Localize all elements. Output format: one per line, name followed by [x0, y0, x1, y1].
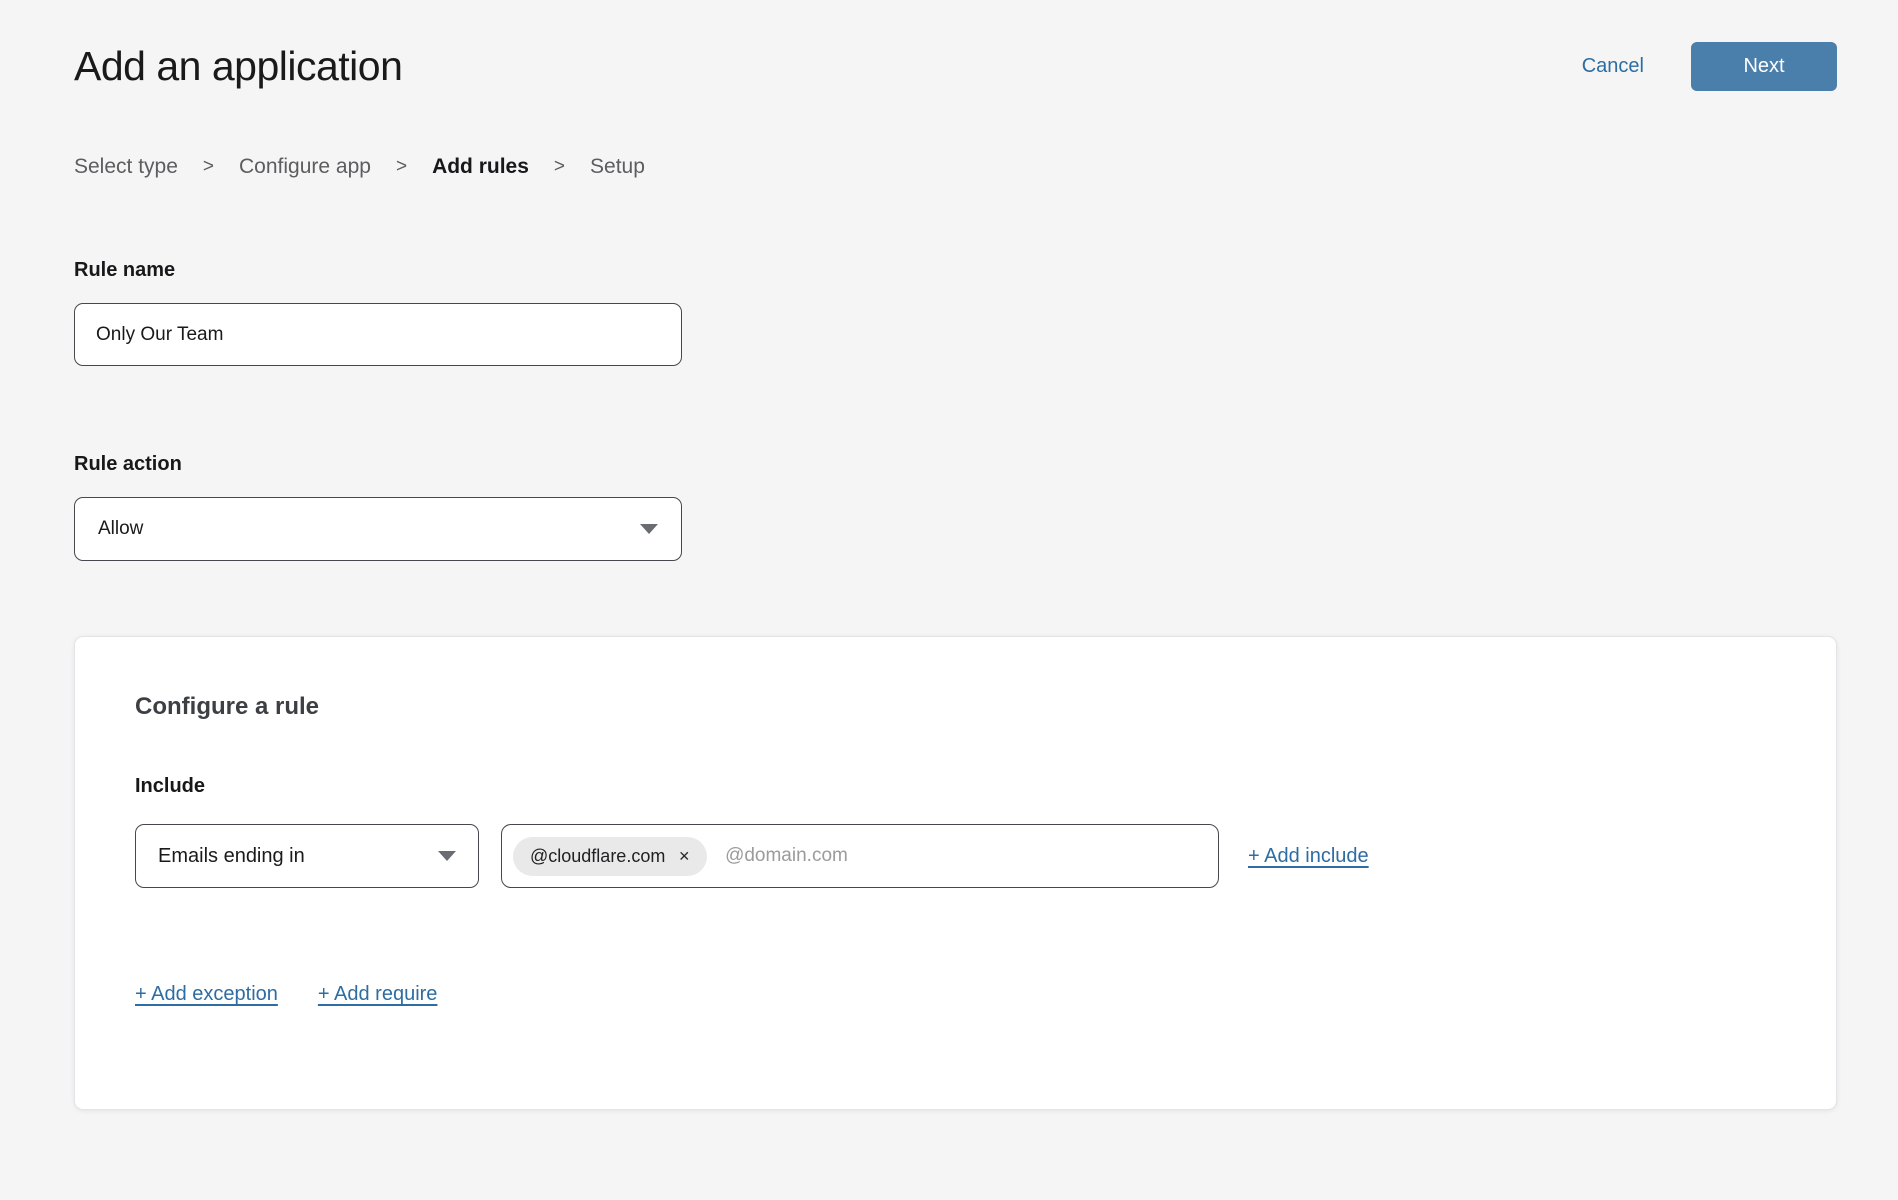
- chevron-down-icon: [438, 851, 456, 861]
- breadcrumb-step-setup[interactable]: Setup: [590, 155, 645, 179]
- card-title: Configure a rule: [135, 637, 1776, 721]
- configure-rule-card: Configure a rule Include Emails ending i…: [74, 636, 1837, 1110]
- chevron-down-icon: [640, 524, 658, 534]
- breadcrumb-step-add-rules[interactable]: Add rules: [432, 155, 529, 179]
- chip-label: @cloudflare.com: [530, 846, 665, 867]
- breadcrumb-step-configure-app[interactable]: Configure app: [239, 155, 371, 179]
- domain-input[interactable]: [725, 845, 1207, 867]
- rule-name-label: Rule name: [74, 259, 1837, 282]
- breadcrumb: Select type > Configure app > Add rules …: [74, 155, 1837, 179]
- breadcrumb-separator: >: [554, 156, 565, 178]
- breadcrumb-separator: >: [203, 156, 214, 178]
- include-selector-dropdown[interactable]: Emails ending in: [135, 824, 479, 888]
- header-actions: Cancel Next: [1582, 42, 1837, 91]
- next-button[interactable]: Next: [1691, 42, 1837, 91]
- page-title: Add an application: [74, 43, 402, 90]
- email-domain-tag-input[interactable]: @cloudflare.com ✕: [501, 824, 1219, 888]
- page-header: Add an application Cancel Next: [74, 0, 1837, 91]
- rule-action-select[interactable]: Allow: [74, 497, 682, 561]
- rule-action-label: Rule action: [74, 453, 1837, 476]
- email-domain-chip: @cloudflare.com ✕: [513, 837, 707, 876]
- rule-name-input[interactable]: [74, 303, 682, 366]
- breadcrumb-step-select-type[interactable]: Select type: [74, 155, 178, 179]
- add-require-link[interactable]: + Add require: [318, 983, 438, 1006]
- include-label: Include: [135, 775, 1776, 798]
- add-exception-link[interactable]: + Add exception: [135, 983, 278, 1006]
- rule-links-row: + Add exception + Add require: [135, 983, 1776, 1006]
- include-selector-value: Emails ending in: [158, 845, 305, 868]
- rule-action-selected-value: Allow: [98, 518, 143, 540]
- add-include-link[interactable]: + Add include: [1248, 845, 1369, 868]
- cancel-button[interactable]: Cancel: [1582, 55, 1644, 78]
- remove-chip-icon[interactable]: ✕: [678, 849, 690, 863]
- include-rule-row: Emails ending in @cloudflare.com ✕ + Add…: [135, 824, 1776, 888]
- breadcrumb-separator: >: [396, 156, 407, 178]
- add-application-page: Add an application Cancel Next Select ty…: [0, 0, 1898, 1110]
